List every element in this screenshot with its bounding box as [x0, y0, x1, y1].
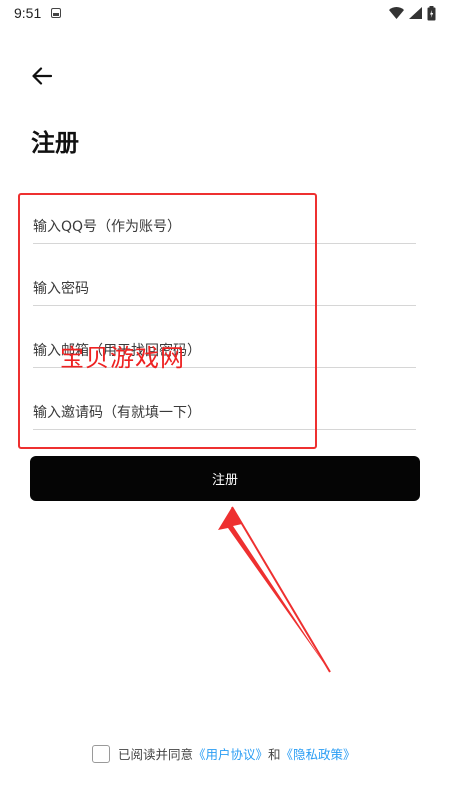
qq-input[interactable]	[33, 204, 416, 242]
status-bar: 9:51	[0, 0, 450, 26]
email-input[interactable]	[33, 328, 416, 366]
status-time: 9:51	[14, 5, 42, 21]
signal-icon	[409, 7, 422, 19]
register-button[interactable]: 注册	[30, 456, 420, 501]
page-title: 注册	[31, 129, 79, 157]
qq-field[interactable]	[33, 204, 416, 244]
back-button[interactable]	[28, 62, 56, 90]
arrow-left-icon	[32, 67, 52, 85]
invite-code-input[interactable]	[33, 390, 416, 428]
password-input[interactable]	[33, 266, 416, 304]
agreement-checkbox[interactable]	[92, 744, 110, 763]
agreement-and: 和	[268, 747, 281, 762]
agreement-row: 已阅读并同意 《用户协议》 和 《隐私政策》	[92, 744, 356, 763]
battery-icon	[427, 5, 436, 20]
wifi-icon	[389, 7, 404, 19]
agreement-prefix: 已阅读并同意	[118, 747, 194, 762]
notification-icon	[51, 8, 62, 18]
email-field[interactable]	[33, 328, 416, 368]
password-field[interactable]	[33, 266, 416, 306]
status-icons	[389, 5, 436, 21]
invite-field[interactable]	[33, 390, 416, 430]
user-agreement-link[interactable]: 《用户协议》	[193, 744, 268, 763]
privacy-policy-link[interactable]: 《隐私政策》	[281, 744, 356, 763]
